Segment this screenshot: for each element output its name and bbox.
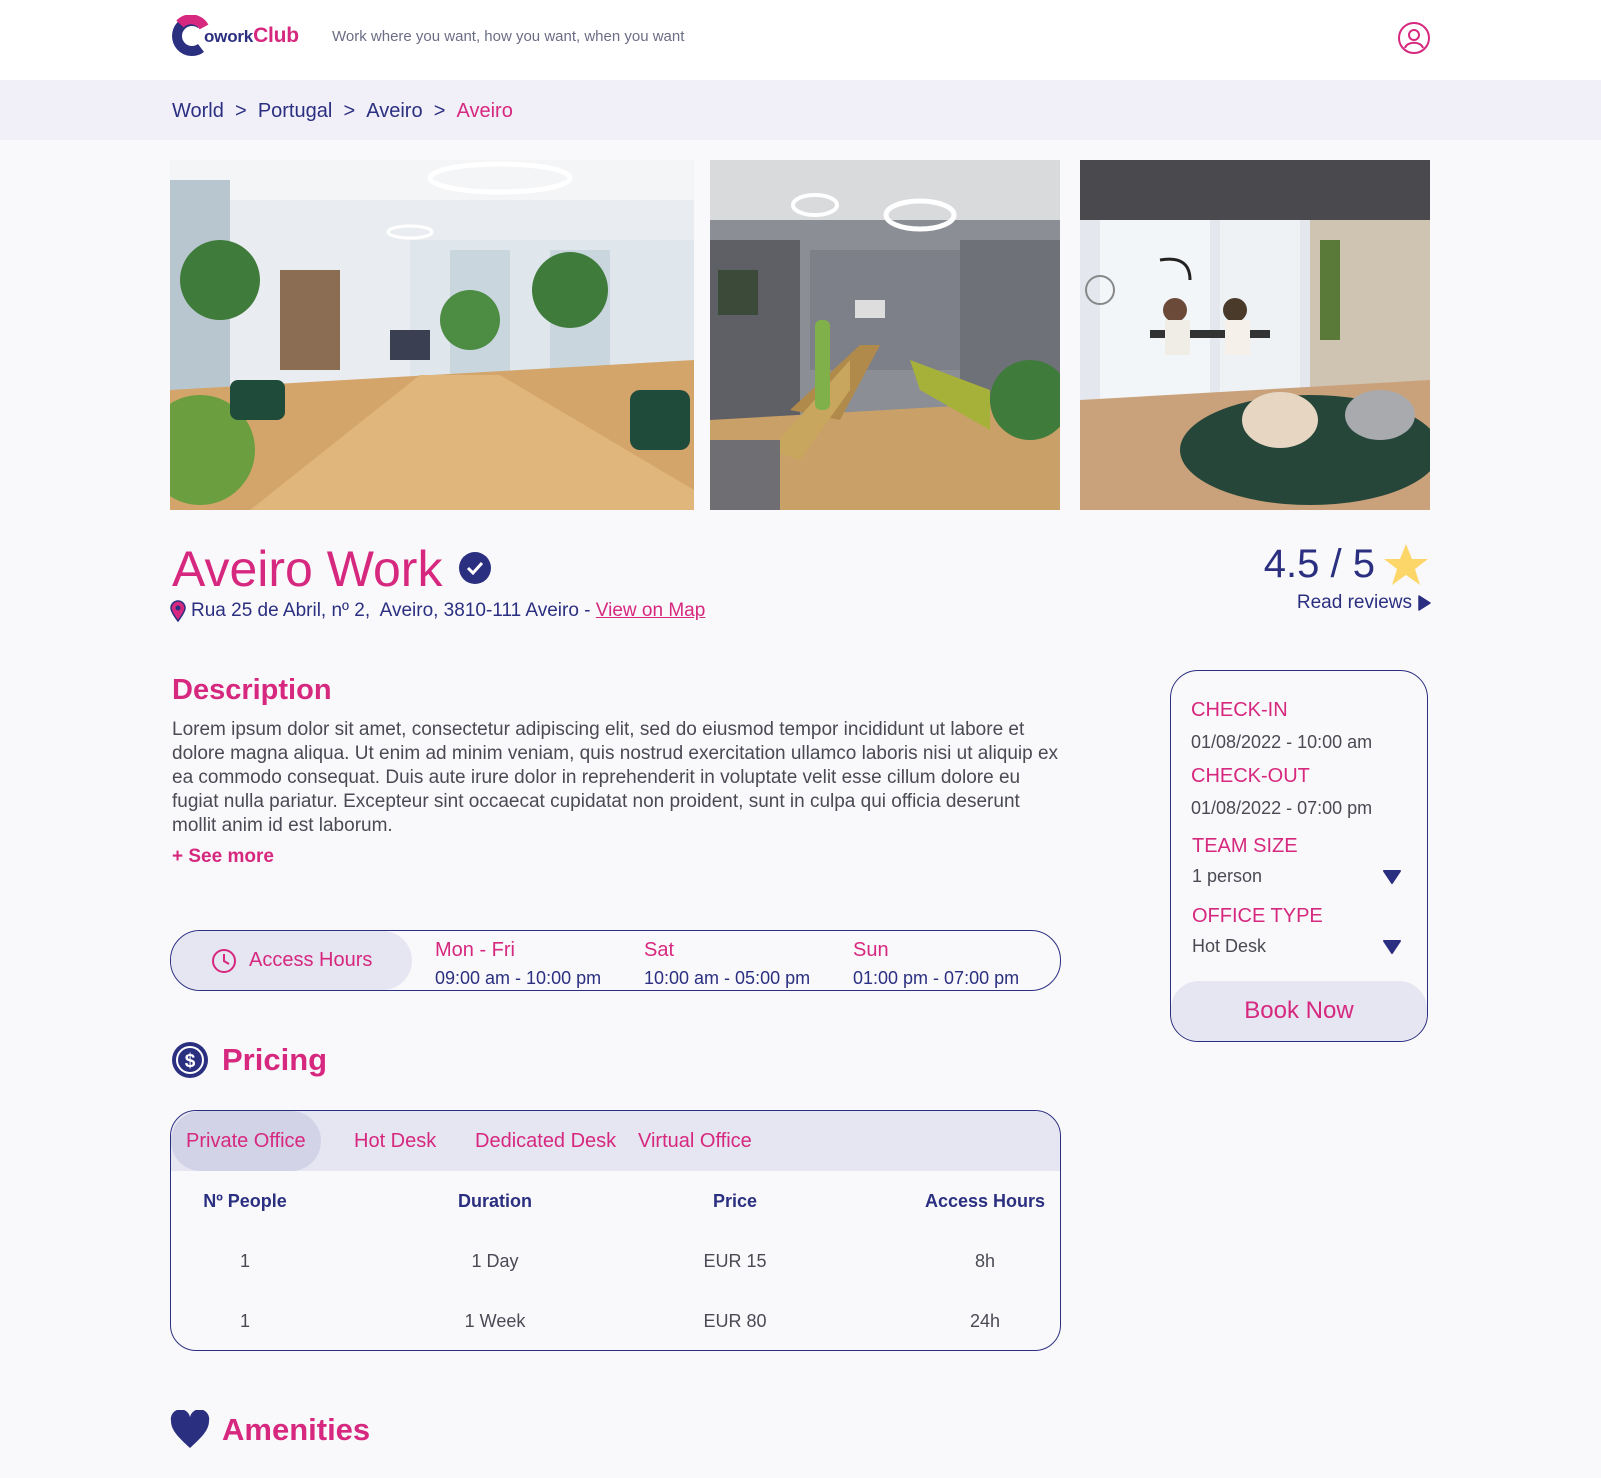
- hours-time: 10:00 am - 05:00 pm: [644, 968, 811, 988]
- gallery-photo-workspace[interactable]: [1080, 160, 1430, 510]
- table-cell: 1 Week: [464, 1311, 526, 1331]
- location-pin-icon: [170, 600, 186, 622]
- hours-weekday: Mon - Fri 09:00 am - 10:00 pm: [435, 939, 601, 989]
- dropdown-arrow-icon: [1383, 939, 1401, 954]
- rating: 4.5 / 5: [1264, 542, 1429, 587]
- cowork-club-logo[interactable]: oworkClub: [170, 15, 299, 57]
- hours-day: Mon - Fri: [435, 939, 515, 961]
- table-cell: 1: [239, 1251, 250, 1271]
- checkin-field[interactable]: 01/08/2022 - 10:00 am: [1191, 732, 1372, 753]
- breadcrumb: World > Portugal > Aveiro > Aveiro: [172, 100, 513, 123]
- column-header-duration: Duration: [458, 1191, 532, 1211]
- read-reviews-label: Read reviews: [1296, 592, 1412, 613]
- logo-word-cowork: owork: [204, 27, 254, 46]
- breadcrumb-separator: >: [423, 100, 457, 123]
- tab-private-office[interactable]: Private Office: [171, 1111, 321, 1171]
- checkin-label: CHECK-IN: [1191, 699, 1288, 721]
- hours-time: 09:00 am - 10:00 pm: [435, 968, 602, 988]
- tab-virtual-office[interactable]: Virtual Office: [638, 1111, 752, 1171]
- checkmark-icon: [466, 561, 484, 575]
- pricing-table: Private Office Hot Desk Dedicated Desk V…: [170, 1110, 1061, 1351]
- listing-address: Rua 25 de Abril, nº 2, Aveiro, 3810-111 …: [170, 600, 705, 622]
- read-reviews-link[interactable]: Read reviews: [1297, 592, 1431, 614]
- address-text: Rua 25 de Abril, nº 2, Aveiro, 3810-111 …: [191, 600, 596, 621]
- breadcrumb-separator: >: [224, 100, 258, 123]
- user-icon: [1404, 29, 1424, 49]
- hours-sunday: Sun 01:00 pm - 07:00 pm: [853, 939, 1019, 989]
- gallery-photo-lobby[interactable]: [170, 160, 694, 510]
- logo-word-club: Club: [253, 24, 299, 47]
- team-size-select[interactable]: 1 person: [1192, 866, 1402, 887]
- team-size-label: TEAM SIZE: [1192, 835, 1298, 857]
- dropdown-arrow-icon: [1383, 869, 1401, 884]
- table-cell: EUR 15: [703, 1251, 767, 1271]
- table-cell: EUR 80: [703, 1311, 767, 1331]
- separator-glyph: >: [433, 100, 446, 122]
- rating-value: 4.5 / 5: [1263, 542, 1375, 586]
- breadcrumb-portugal[interactable]: Portugal: [258, 100, 333, 123]
- tab-dedicated-desk[interactable]: Dedicated Desk: [475, 1111, 616, 1171]
- separator-glyph: >: [235, 100, 247, 122]
- hours-day: Sat: [644, 939, 675, 961]
- breadcrumb-bar: World > Portugal > Aveiro > Aveiro: [0, 80, 1601, 140]
- verified-icon: [459, 552, 491, 584]
- hours-day: Sun: [853, 939, 889, 961]
- pricing-tabs: Private Office Hot Desk Dedicated Desk V…: [171, 1111, 1060, 1171]
- amenities-heading: Amenities: [222, 1412, 371, 1447]
- team-size-value: 1 person: [1192, 866, 1263, 886]
- tagline: Work where you want, how you want, when …: [332, 28, 685, 45]
- table-cell: 8h: [974, 1251, 996, 1271]
- table-cell: 1 Day: [471, 1251, 519, 1271]
- breadcrumb-aveiro-city: Aveiro: [456, 100, 513, 122]
- see-more-link[interactable]: + See more: [172, 846, 274, 868]
- table-cell: 24h: [969, 1311, 1001, 1331]
- play-arrow-icon: [1418, 595, 1431, 611]
- hours-time: 01:00 pm - 07:00 pm: [853, 968, 1020, 988]
- hours-saturday: Sat 10:00 am - 05:00 pm: [644, 939, 810, 989]
- star-icon: [1384, 543, 1428, 585]
- lounge-photo-image: [710, 160, 1060, 510]
- svg-text:$: $: [185, 1051, 196, 1072]
- pricing-heading: Pricing: [222, 1042, 328, 1077]
- breadcrumb-aveiro-region[interactable]: Aveiro: [366, 100, 422, 123]
- book-now-button[interactable]: Book Now: [1171, 981, 1427, 1041]
- access-hours-panel: Access Hours Mon - Fri 09:00 am - 10:00 …: [170, 930, 1061, 991]
- column-header-people: Nº People: [203, 1191, 287, 1211]
- gallery-photo-lounge[interactable]: [710, 160, 1060, 510]
- office-type-label: OFFICE TYPE: [1192, 905, 1323, 927]
- clock-icon: [212, 948, 236, 973]
- description-text: Lorem ipsum dolor sit amet, consectetur …: [172, 719, 1059, 836]
- logo-text: oworkClub: [204, 24, 299, 48]
- booking-card: CHECK-IN 01/08/2022 - 10:00 am CHECK-OUT…: [1170, 670, 1428, 1042]
- dollar-icon: $: [172, 1042, 208, 1078]
- breadcrumb-separator: >: [332, 100, 366, 123]
- tab-hot-desk[interactable]: Hot Desk: [354, 1111, 436, 1171]
- column-header-price: Price: [712, 1191, 758, 1211]
- workspace-photo-image: [1080, 160, 1430, 510]
- description-heading: Description: [172, 674, 332, 706]
- office-type-value: Hot Desk: [1192, 936, 1267, 956]
- column-header-access-hours: Access Hours: [924, 1191, 1046, 1211]
- separator-glyph: >: [343, 100, 356, 122]
- checkout-label: CHECK-OUT: [1191, 765, 1310, 787]
- lobby-photo-image: [170, 160, 694, 510]
- access-hours-label: Access Hours: [249, 949, 373, 971]
- office-type-select[interactable]: Hot Desk: [1192, 936, 1402, 957]
- breadcrumb-world[interactable]: World: [172, 100, 224, 123]
- table-cell: 1: [239, 1311, 250, 1331]
- top-bar: oworkClub Work where you want, how you w…: [0, 0, 1601, 80]
- checkout-field[interactable]: 01/08/2022 - 07:00 pm: [1191, 798, 1372, 819]
- user-account-button[interactable]: [1398, 22, 1430, 54]
- view-on-map-link[interactable]: View on Map: [596, 600, 706, 622]
- listing-title: Aveiro Work: [172, 541, 443, 597]
- heart-icon: [170, 1410, 210, 1448]
- access-hours-pill: Access Hours: [171, 931, 412, 990]
